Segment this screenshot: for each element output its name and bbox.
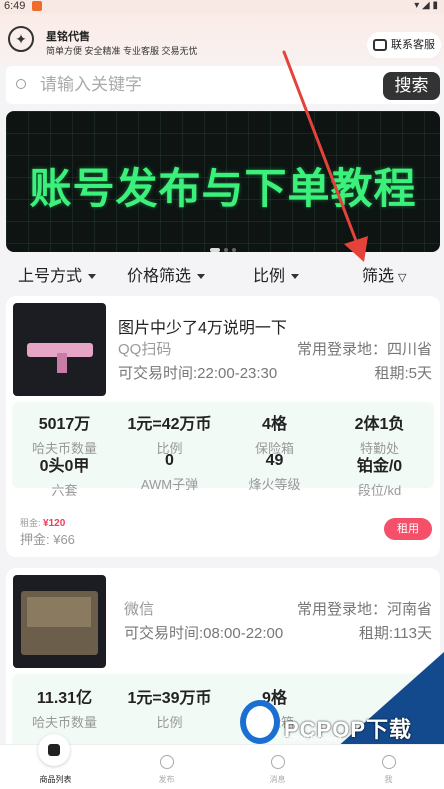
message-icon — [270, 755, 285, 769]
pcpop-logo-icon — [240, 700, 280, 744]
search-input[interactable] — [40, 72, 370, 98]
banner-title: 账号发布与下单教程 — [29, 164, 417, 213]
stat-item: 1元=42万币 比例 — [117, 410, 222, 457]
stat-value: 11.31亿 — [36, 690, 93, 707]
listing-stats: 5017万 哈夫币数量 1元=42万币 比例 4格 保险箱 2体1负 特勤处 0头0甲六… — [12, 402, 434, 498]
stat-item: 铂金/0 段位/kd — [327, 452, 432, 499]
stat-item: 5017万 哈夫币数量 — [12, 410, 117, 457]
filter-more-label: 筛选 — [362, 268, 395, 285]
app-name: 星铭代售 — [46, 31, 90, 43]
stat-value: 铂金/0 — [356, 458, 403, 475]
search-button[interactable]: 搜索 — [383, 72, 440, 100]
deposit: 押金: ¥66 — [20, 532, 75, 547]
user-icon — [381, 755, 396, 769]
filter-ratio-label: 比例 — [253, 268, 286, 285]
notification-icon — [32, 1, 42, 11]
app-header: ✦ 星铭代售 简单方便 安全精准 专业客服 交易无忧 联系客服 — [0, 14, 444, 66]
listing-trade-time: 可交易时间:08:00-22:00 — [124, 625, 284, 642]
contact-service-label: 联系客服 — [391, 39, 435, 51]
filter-ratio[interactable]: 比例 — [253, 262, 300, 286]
listing-card[interactable]: 图片中少了4万说明一下 QQ扫码 常用登录地：四川省 可交易时间:22:00-2… — [6, 296, 440, 557]
stat-value: 49 — [265, 452, 284, 469]
listing-trade-time: 可交易时间:22:00-23:30 — [118, 365, 278, 382]
promo-banner[interactable]: 账号发布与下单教程 — [6, 111, 440, 252]
publish-icon — [159, 755, 174, 769]
tab-me[interactable]: 我 — [333, 745, 444, 789]
banner-dot-3[interactable] — [232, 248, 236, 252]
tab-publish-label: 发布 — [158, 775, 175, 784]
listing-region: 常用登录地：四川省 — [296, 341, 432, 358]
chevron-down-icon — [291, 274, 300, 280]
system-icons: ▾ ◢ ▮ — [414, 0, 438, 11]
filter-price[interactable]: 价格筛选 — [127, 262, 206, 286]
banner-dot-1[interactable] — [210, 248, 220, 252]
stat-item: 1元=39万币 比例 — [117, 684, 222, 731]
status-time: 6:49 — [4, 0, 26, 12]
app-logo-icon: ✦ — [8, 26, 34, 52]
filter-login-method[interactable]: 上号方式 — [18, 262, 97, 286]
search-bar: 搜索 — [6, 66, 440, 104]
home-tab-icon[interactable] — [38, 734, 70, 766]
filter-bar: 上号方式 价格筛选 比例 筛选 ▽ — [0, 256, 444, 290]
stat-label: 比例 — [156, 715, 183, 730]
tab-messages-label: 消息 — [269, 775, 286, 784]
headset-icon — [373, 39, 387, 51]
filter-more[interactable]: 筛选 ▽ — [362, 262, 406, 286]
stat-label: 六套 — [51, 483, 78, 498]
stat-value: 0 — [165, 452, 174, 469]
stat-item: 49 烽火等级 — [222, 452, 327, 493]
listing-thumbnail — [13, 303, 106, 396]
tab-messages[interactable]: 消息 — [222, 745, 333, 789]
listing-region: 常用登录地：河南省 — [296, 601, 432, 618]
weapon-grip — [57, 353, 67, 373]
stat-item: 2体1负 特勤处 — [327, 410, 432, 457]
stat-value: 4格 — [262, 416, 287, 433]
funnel-icon: ▽ — [398, 272, 407, 284]
tab-publish[interactable]: 发布 — [111, 745, 222, 789]
watermark-subtext: PCPOP Download — [284, 736, 342, 743]
stat-label: 段位/kd — [357, 483, 402, 498]
rent-price: ¥120 — [43, 518, 66, 529]
app-slogan: 简单方便 安全精准 专业客服 交易无忧 — [46, 46, 198, 56]
rent-button[interactable]: 租用 — [384, 518, 432, 540]
stat-label: 烽火等级 — [248, 477, 301, 492]
stat-value: 1元=42万币 — [127, 416, 212, 433]
filter-price-label: 价格筛选 — [127, 268, 192, 285]
listing-rent-period: 租期:113天 — [358, 625, 432, 642]
stat-label: 哈夫币数量 — [31, 715, 97, 730]
listing-rent-period: 租期:5天 — [374, 365, 432, 382]
status-bar: 6:49 ▾ ◢ ▮ — [0, 0, 444, 14]
banner-pagination — [210, 239, 240, 252]
stat-item: 0头0甲六套 — [12, 452, 117, 499]
tab-me-label: 我 — [384, 775, 393, 784]
chevron-down-icon — [88, 274, 97, 280]
banner-dot-2[interactable] — [224, 248, 228, 252]
stat-value: 0头0甲 — [39, 458, 90, 475]
stat-value: 1元=39万币 — [127, 690, 212, 707]
rent-price-row: 租金: ¥120 — [20, 516, 65, 529]
search-icon — [16, 79, 26, 89]
chevron-down-icon — [197, 274, 206, 280]
stat-value: 2体1负 — [354, 416, 405, 433]
stat-item: 0 AWM子弹 — [117, 452, 222, 493]
filter-login-method-label: 上号方式 — [18, 268, 83, 285]
listing-login-method: QQ扫码 — [118, 341, 172, 358]
contact-service-button[interactable]: 联系客服 — [367, 32, 441, 58]
rent-label: 租金: — [20, 518, 41, 528]
listing-login-method: 微信 — [124, 601, 155, 618]
listing-title: 图片中少了4万说明一下 — [118, 320, 287, 337]
tab-products-label: 商品列表 — [39, 775, 72, 784]
stat-item: 4格 保险箱 — [222, 410, 327, 457]
inventory-items — [27, 597, 91, 627]
stat-item: 11.31亿 哈夫币数量 — [12, 684, 117, 731]
listing-thumbnail — [13, 575, 106, 668]
stat-value: 5017万 — [38, 416, 91, 433]
stat-label: AWM子弹 — [140, 477, 199, 492]
